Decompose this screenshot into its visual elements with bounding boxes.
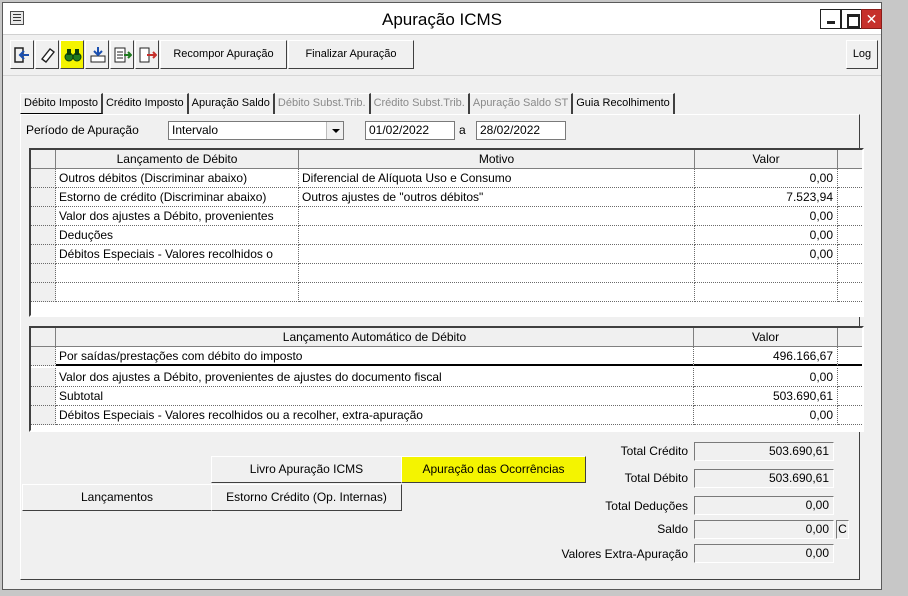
- eraser-button[interactable]: [35, 40, 59, 69]
- saldo-label: Saldo: [657, 522, 688, 536]
- data-inicio-field[interactable]: 01/02/2022: [365, 121, 455, 140]
- binoculars-icon: [64, 49, 82, 62]
- report-button[interactable]: [110, 40, 134, 69]
- total-credito-label: Total Crédito: [620, 444, 688, 458]
- total-deducoes-label: Total Deduções: [605, 499, 688, 513]
- column-header-motivo: Motivo: [299, 150, 695, 169]
- tab-guia-recolhimento[interactable]: Guia Recolhimento: [573, 93, 675, 114]
- tab-strip: Débito Imposto Crédito Imposto Apuração …: [20, 93, 675, 115]
- column-header-valor: Valor: [694, 328, 838, 347]
- lancamento-automatico-table[interactable]: Lançamento Automático de Débito Valor Po…: [29, 326, 864, 432]
- recompor-apuracao-button[interactable]: Recompor Apuração: [160, 40, 287, 69]
- maximize-button[interactable]: [841, 9, 862, 29]
- finalizar-apuracao-button[interactable]: Finalizar Apuração: [288, 40, 414, 69]
- total-credito-field: 503.690,61: [694, 442, 834, 461]
- tab-credito-imposto[interactable]: Crédito Imposto: [102, 93, 189, 114]
- tab-apuracao-saldo-st: Apuração Saldo ST: [469, 93, 574, 114]
- column-header-lancamento: Lançamento de Débito: [56, 150, 299, 169]
- search-button[interactable]: [60, 40, 84, 69]
- valores-extra-apuracao-field: 0,00: [694, 544, 834, 563]
- debitos-table[interactable]: Lançamento de Débito Motivo Valor Outros…: [29, 148, 864, 317]
- minimize-button[interactable]: [820, 9, 841, 29]
- saldo-field: 0,00: [694, 520, 834, 539]
- tab-debito-subst-trib: Débito Subst.Trib.: [274, 93, 371, 114]
- import-icon: [90, 47, 106, 63]
- total-deducoes-field: 0,00: [694, 496, 834, 515]
- tab-credito-subst-trib: Crédito Subst.Trib.: [370, 93, 470, 114]
- data-fim-field[interactable]: 28/02/2022: [476, 121, 566, 140]
- periodo-select[interactable]: Intervalo: [168, 121, 344, 140]
- eraser-icon: [41, 48, 55, 63]
- log-button[interactable]: Log: [846, 40, 878, 69]
- chevron-down-icon[interactable]: [326, 122, 343, 139]
- report-icon: [114, 47, 132, 63]
- title-bar[interactable]: Apuração ICMS ✕: [3, 3, 882, 35]
- periodo-separator: a: [459, 123, 466, 137]
- export-icon: [139, 47, 157, 63]
- saldo-flag: C: [836, 520, 849, 539]
- import-button[interactable]: [85, 40, 109, 69]
- valores-extra-apuracao-label: Valores Extra-Apuração: [561, 547, 688, 561]
- tab-debito-imposto[interactable]: Débito Imposto: [20, 93, 103, 114]
- column-header-lancamento-automatico: Lançamento Automático de Débito: [56, 328, 694, 347]
- window-title: Apuração ICMS: [382, 10, 502, 29]
- livro-apuracao-icms-button[interactable]: Livro Apuração ICMS: [211, 456, 402, 483]
- periodo-label: Período de Apuração: [26, 123, 139, 137]
- lancamentos-button[interactable]: Lançamentos: [22, 484, 212, 511]
- column-header-valor: Valor: [695, 150, 838, 169]
- toolbar: Recompor Apuração Finalizar Apuração Log: [3, 36, 881, 76]
- total-debito-field: 503.690,61: [694, 469, 834, 488]
- export-button[interactable]: [135, 40, 159, 69]
- tab-apuracao-saldo[interactable]: Apuração Saldo: [188, 93, 275, 114]
- periodo-select-value: Intervalo: [172, 123, 219, 137]
- exit-icon: [14, 47, 29, 63]
- total-debito-label: Total Débito: [624, 471, 688, 485]
- close-button[interactable]: ✕: [861, 9, 882, 29]
- exit-button[interactable]: [10, 40, 34, 69]
- estorno-credito-button[interactable]: Estorno Crédito (Op. Internas): [211, 484, 402, 511]
